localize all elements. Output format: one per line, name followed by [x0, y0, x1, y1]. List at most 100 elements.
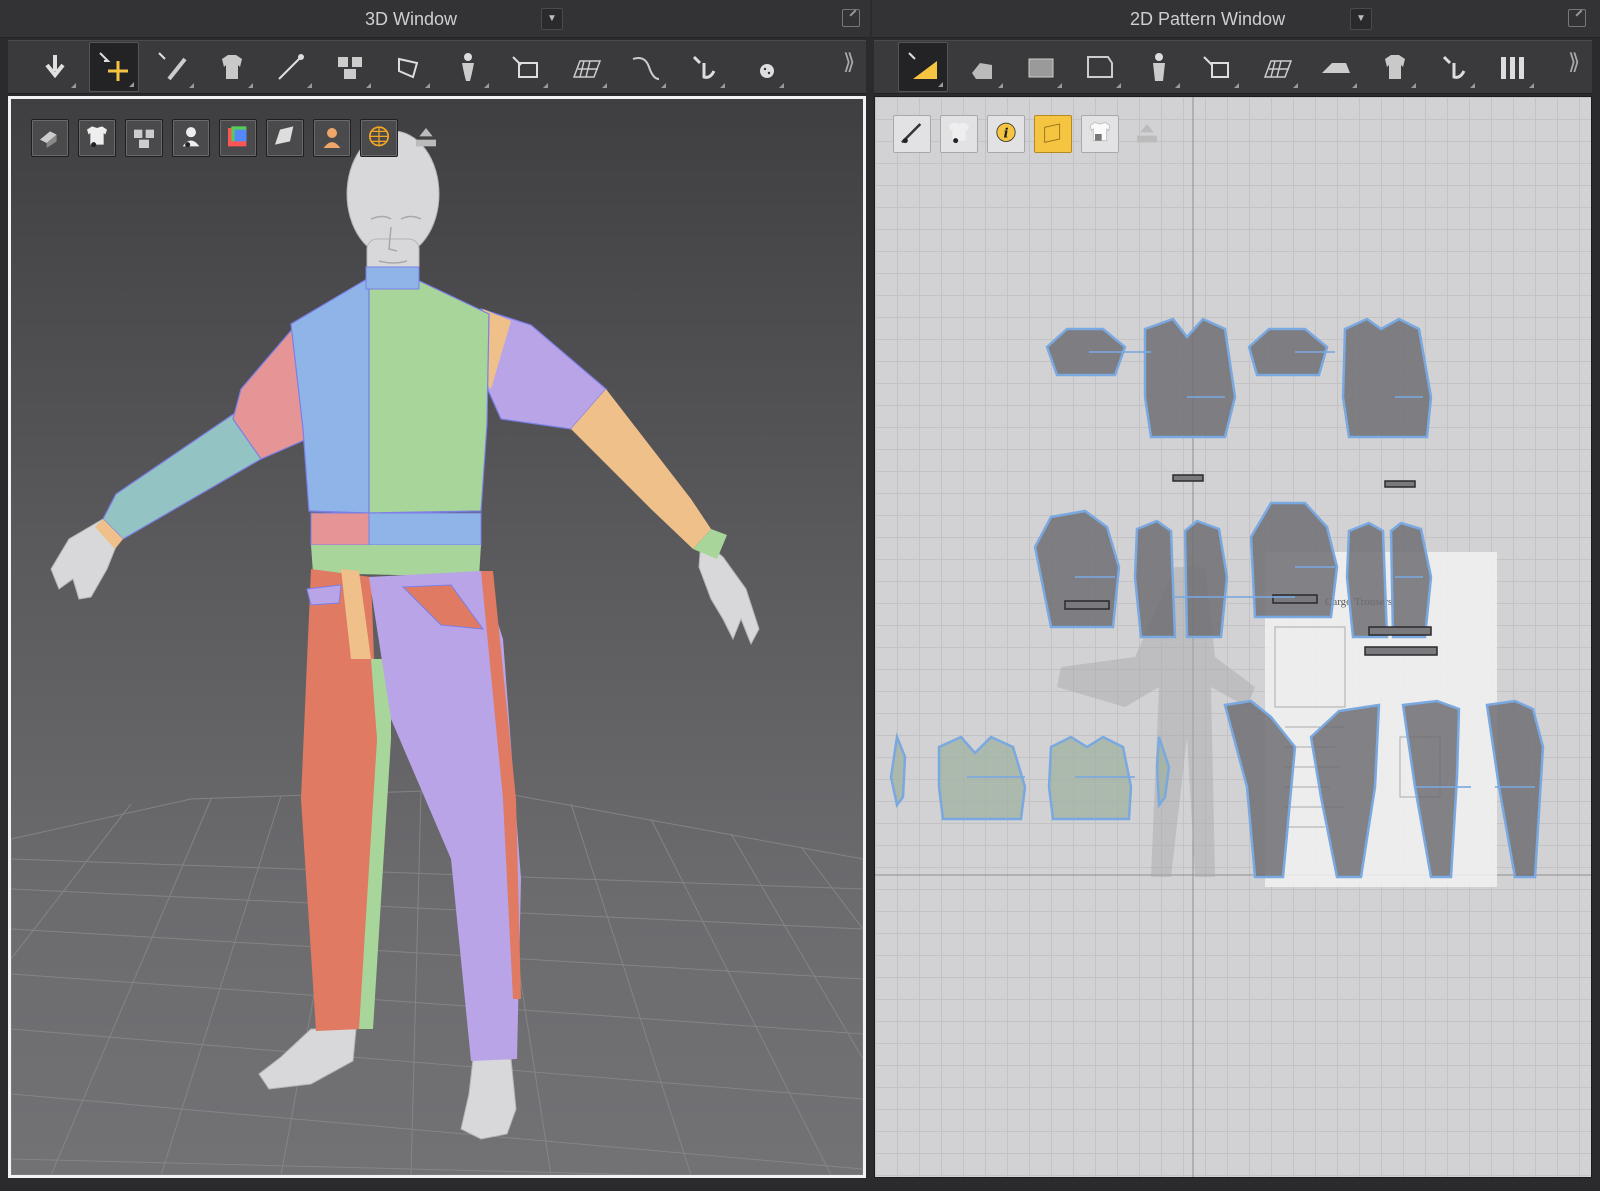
show-avatar-toggle[interactable]	[172, 119, 210, 157]
submenu-arrow-icon	[1411, 83, 1416, 88]
trim-tool[interactable]	[679, 42, 729, 92]
upload-icon	[411, 123, 441, 153]
2d-display-options: i	[893, 115, 1175, 153]
torso-blue	[290, 278, 370, 514]
lock-garment-icon	[1085, 119, 1115, 149]
transform-pattern-tool[interactable]	[898, 42, 948, 92]
pattern-canvas: Cargo Trousers	[875, 97, 1591, 1177]
pin-tool[interactable]	[266, 42, 316, 92]
show-garment-toggle[interactable]	[940, 115, 978, 153]
arrangement-avatar-tool[interactable]	[1134, 42, 1184, 92]
popout-icon[interactable]	[1568, 9, 1586, 27]
simulation-arrow-icon	[37, 49, 73, 85]
surface-icon	[270, 123, 300, 153]
sewing-tool[interactable]	[502, 42, 552, 92]
3d-window-titlebar: 3D Window ▼	[0, 0, 870, 38]
show-3d-garment-solid-toggle[interactable]	[31, 119, 69, 157]
hem-green	[311, 545, 481, 577]
internal-polygon-tool[interactable]	[1075, 42, 1125, 92]
pattern-piece-collar-strip-back[interactable]	[1384, 480, 1416, 488]
submenu-arrow-icon	[720, 83, 725, 88]
2d-pattern-viewport[interactable]: Cargo Trousers i	[874, 96, 1592, 1178]
fold-arrangement-icon	[214, 49, 250, 85]
show-arrangement-points-tool[interactable]	[325, 42, 375, 92]
fold-garment-tool[interactable]	[1370, 42, 1420, 92]
segment-sewing-tool[interactable]	[1193, 42, 1243, 92]
3d-display-options	[31, 119, 454, 157]
pattern-piece-waistband-top[interactable]	[1368, 626, 1432, 636]
submenu-arrow-icon	[1057, 83, 1062, 88]
submenu-arrow-icon	[425, 83, 430, 88]
show-baseline-toggle[interactable]	[893, 115, 931, 153]
select-mesh-brush-tool[interactable]	[148, 42, 198, 92]
edit-curvature-icon	[627, 49, 663, 85]
edit-pattern-tool[interactable]	[957, 42, 1007, 92]
pattern-piece-collar-strip[interactable]	[1172, 474, 1204, 482]
submenu-arrow-icon	[1352, 83, 1357, 88]
tack-tool[interactable]	[384, 42, 434, 92]
info-toggle[interactable]: i	[987, 115, 1025, 153]
fabric-swatch-icon	[1038, 119, 1068, 149]
simulation-arrow-tool[interactable]	[30, 42, 80, 92]
iron-tool[interactable]	[1311, 42, 1361, 92]
3d-toolbar: ⟫	[8, 40, 866, 94]
submenu-arrow-icon	[779, 83, 784, 88]
button-icon	[745, 49, 781, 85]
pattern-piece-bodice-back[interactable]	[1341, 317, 1433, 439]
upload-toggle[interactable]	[407, 119, 445, 157]
floor-grid	[11, 788, 863, 1175]
trim-tool[interactable]	[1429, 42, 1479, 92]
button-tool[interactable]	[738, 42, 788, 92]
fold-arrangement-tool[interactable]	[207, 42, 257, 92]
sleeve-teal	[102, 408, 262, 540]
3d-scene	[11, 130, 863, 1175]
skin-icon	[317, 123, 347, 153]
trim-icon	[1436, 49, 1472, 85]
surface-toggle[interactable]	[266, 119, 304, 157]
fabric-swatch-toggle[interactable]	[1034, 115, 1072, 153]
submenu-arrow-icon	[248, 83, 253, 88]
pattern-piece-front-right-panel[interactable]	[1183, 519, 1229, 639]
toolbar-overflow-button[interactable]: ⟫	[843, 49, 856, 75]
pattern-piece-front-left-panel[interactable]	[1133, 519, 1177, 639]
avatar-measure-tool[interactable]	[443, 42, 493, 92]
popout-icon[interactable]	[842, 9, 860, 27]
3d-viewport[interactable]	[8, 96, 866, 1178]
3d-window-dropdown-button[interactable]: ▼	[541, 8, 563, 30]
polygon-tool[interactable]	[1016, 42, 1066, 92]
wireframe-globe-icon	[364, 123, 394, 153]
select-move-tool[interactable]	[89, 42, 139, 92]
columns-tool[interactable]	[1488, 42, 1538, 92]
lock-garment-toggle[interactable]	[1081, 115, 1119, 153]
skin-toggle[interactable]	[313, 119, 351, 157]
show-garment-toggle[interactable]	[78, 119, 116, 157]
show-arrangement-points-icon	[129, 123, 159, 153]
fold-garment-icon	[1377, 49, 1413, 85]
pattern-piece-waistband-bottom[interactable]	[1364, 646, 1438, 656]
sewing-icon	[509, 49, 545, 85]
2d-window-dropdown-button[interactable]: ▼	[1350, 8, 1372, 30]
grid-tape-tool[interactable]	[561, 42, 611, 92]
pattern-piece-side-gusset-left[interactable]	[889, 732, 907, 808]
clo3d-app: 3D Window ▼ 2D Pattern Window ▼ ⟫ ⟫ Carg…	[0, 0, 1600, 1191]
pattern-piece-bodice-front[interactable]	[1143, 317, 1237, 439]
grid-tool[interactable]	[1252, 42, 1302, 92]
texture-toggle[interactable]	[219, 119, 257, 157]
submenu-arrow-icon	[661, 83, 666, 88]
texture-icon	[223, 123, 253, 153]
wireframe-globe-toggle[interactable]	[360, 119, 398, 157]
status-bar	[0, 1180, 1600, 1191]
pattern-piece-back-right-panel[interactable]	[1389, 521, 1433, 639]
grid-icon	[1259, 49, 1295, 85]
edit-curvature-tool[interactable]	[620, 42, 670, 92]
toolbar-overflow-button[interactable]: ⟫	[1568, 49, 1581, 75]
pattern-piece-cuff-strip-left[interactable]	[1064, 600, 1110, 610]
segment-sewing-icon	[1200, 49, 1236, 85]
submenu-arrow-icon	[1175, 83, 1180, 88]
show-arrangement-points-toggle[interactable]	[125, 119, 163, 157]
pattern-piece-back-left-panel[interactable]	[1345, 521, 1389, 639]
show-arrangement-points-icon	[332, 49, 368, 85]
avatar-measure-icon	[450, 49, 486, 85]
upload-toggle[interactable]	[1128, 115, 1166, 153]
2d-toolbar: ⟫	[874, 40, 1592, 94]
